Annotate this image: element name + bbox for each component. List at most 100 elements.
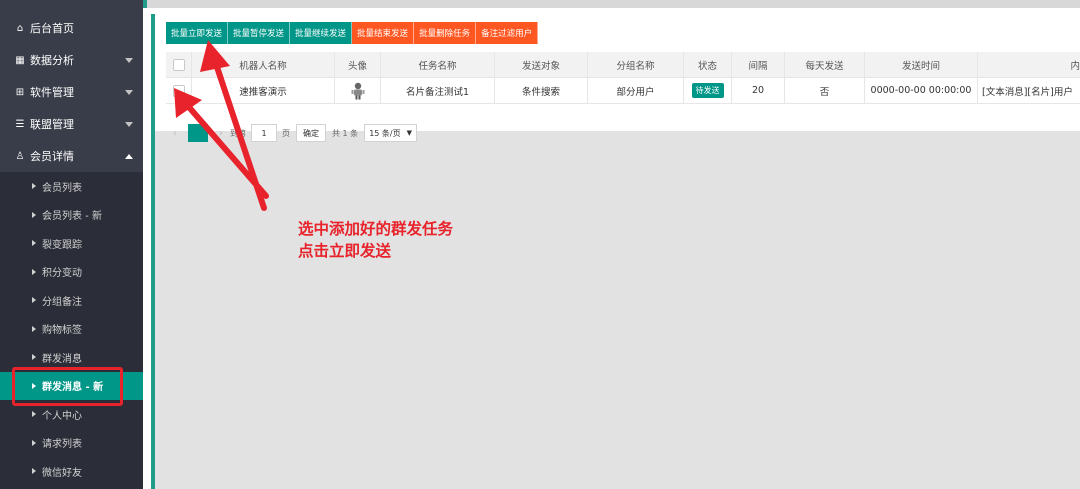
row-checkbox[interactable]	[172, 84, 185, 97]
remark-filter-button[interactable]: 备注过滤用户	[476, 22, 539, 44]
submenu-item-label: 积分变动	[42, 268, 82, 280]
caret-right-icon	[32, 297, 36, 304]
goto-label: 到第	[230, 128, 246, 138]
cell-task-name: 名片备注测试1	[381, 78, 495, 103]
prev-page-icon[interactable]: ‹	[166, 124, 184, 142]
chevron-down-icon	[125, 122, 133, 127]
sidebar-item-software[interactable]: ⊞ 软件管理	[0, 76, 143, 108]
chevron-down-icon: ▼	[406, 129, 412, 137]
caret-right-icon	[32, 411, 36, 418]
grid-icon: ⊞	[15, 86, 25, 98]
chevron-down-icon	[125, 58, 133, 63]
cell-target: 条件搜索	[495, 78, 588, 103]
batch-resume-button[interactable]: 批量继续发送	[290, 22, 353, 44]
submenu-item-label: 裂变跟踪	[42, 239, 82, 251]
header-select-all[interactable]	[166, 52, 192, 77]
sidebar-item-alliance[interactable]: ☰ 联盟管理	[0, 108, 143, 140]
submenu-item-label: 分组备注	[42, 296, 82, 308]
batch-end-button[interactable]: 批量结束发送	[352, 22, 415, 44]
pagination: ‹ › 到第 1 页 确定 共 1 条 15 条/页 ▼	[166, 124, 417, 142]
table-row[interactable]: 速推客演示 名片备注测试1 条件搜索 部分用户 待发送 20 否 0000-00…	[166, 78, 1080, 104]
chevron-up-icon	[125, 154, 133, 159]
robot-avatar-icon	[351, 82, 365, 100]
select-all-checkbox[interactable]	[172, 58, 185, 71]
caret-right-icon	[32, 354, 36, 361]
batch-pause-button[interactable]: 批量暂停发送	[228, 22, 291, 44]
current-page-button[interactable]	[188, 124, 208, 142]
header-avatar: 头像	[335, 52, 381, 77]
caret-right-icon	[32, 240, 36, 247]
page-number-input[interactable]: 1	[251, 124, 277, 142]
main-content: 批量立即发送 批量暂停发送 批量继续发送 批量结束发送 批量删除任务 备注过滤用…	[143, 0, 1080, 489]
sidebar-submenu: 会员列表 会员列表 - 新 裂变跟踪 积分变动 分组备注 购物标签 群发消息 群…	[0, 172, 143, 489]
submenu-item-label: 会员列表	[42, 182, 82, 194]
cell-status: 待发送	[684, 78, 732, 103]
caret-right-icon	[32, 439, 36, 446]
caret-right-icon	[32, 468, 36, 475]
submenu-item-label: 群发消息	[42, 353, 82, 365]
submenu-item-label: 个人中心	[42, 410, 82, 422]
next-page-icon[interactable]: ›	[212, 124, 230, 142]
submenu-item-member-list[interactable]: 会员列表	[0, 172, 143, 201]
sidebar-item-label: 数据分析	[30, 54, 74, 67]
cell-daily: 否	[785, 78, 865, 103]
content-panel-inner: 批量立即发送 批量暂停发送 批量继续发送 批量结束发送 批量删除任务 备注过滤用…	[155, 14, 1080, 489]
page-size-value: 15 条/页	[369, 128, 401, 138]
caret-right-icon	[32, 183, 36, 190]
header-target: 发送对象	[495, 52, 588, 77]
annotation-line-2: 点击立即发送	[298, 242, 392, 260]
header-group-name: 分组名称	[588, 52, 684, 77]
caret-right-icon	[32, 268, 36, 275]
sidebar-item-label: 会员详情	[30, 150, 74, 163]
submenu-item-shopping-tags[interactable]: 购物标签	[0, 315, 143, 344]
cell-group-name: 部分用户	[588, 78, 684, 103]
chart-icon: ▦	[15, 54, 25, 66]
total-count: 共 1 条	[332, 128, 359, 138]
top-strip	[143, 0, 1080, 8]
caret-right-icon	[32, 211, 36, 218]
content-panel: 批量立即发送 批量暂停发送 批量继续发送 批量结束发送 批量删除任务 备注过滤用…	[151, 14, 1080, 489]
header-interval: 间隔	[732, 52, 785, 77]
submenu-item-label: 购物标签	[42, 325, 82, 337]
submenu-item-label: 请求列表	[42, 439, 82, 451]
cell-avatar	[335, 78, 381, 103]
header-send-time: 发送时间	[865, 52, 978, 77]
sidebar-item-label: 后台首页	[30, 22, 74, 35]
cell-content: [文本消息][名片]用户	[982, 86, 1073, 98]
sidebar-nav: ⌂ 后台首页 ▦ 数据分析 ⊞ 软件管理 ☰ 联盟管理 ♙ 会员详情	[0, 12, 143, 172]
home-icon: ⌂	[16, 22, 24, 34]
header-robot-name: 机器人名称	[192, 52, 335, 77]
batch-send-now-button[interactable]: 批量立即发送	[166, 22, 229, 44]
page-suffix: 页	[282, 128, 290, 138]
task-table: 机器人名称 头像 任务名称 发送对象 分组名称 状态 间隔 每天发送 发送时间 …	[166, 52, 1080, 104]
header-task-name: 任务名称	[381, 52, 495, 77]
row-select[interactable]	[166, 78, 192, 103]
list-icon: ☰	[15, 118, 25, 130]
header-content: 内	[1070, 60, 1080, 72]
header-status: 状态	[684, 52, 732, 77]
submenu-item-wechat-friends[interactable]: 微信好友	[0, 457, 143, 486]
sidebar-item-label: 软件管理	[30, 86, 74, 99]
annotation-line-1: 选中添加好的群发任务	[298, 220, 454, 238]
header-daily: 每天发送	[785, 52, 865, 77]
confirm-page-button[interactable]: 确定	[296, 124, 326, 142]
submenu-item-member-list-new[interactable]: 会员列表 - 新	[0, 201, 143, 230]
submenu-item-group-remark[interactable]: 分组备注	[0, 286, 143, 315]
submenu-item-label: 会员列表 - 新	[42, 211, 102, 223]
submenu-item-fission-tracking[interactable]: 裂变跟踪	[0, 229, 143, 258]
chevron-down-icon	[125, 90, 133, 95]
user-icon: ♙	[15, 150, 25, 162]
batch-toolbar: 批量立即发送 批量暂停发送 批量继续发送 批量结束发送 批量删除任务 备注过滤用…	[166, 22, 539, 44]
annotation-highlight-box	[12, 367, 123, 406]
annotation-text: 选中添加好的群发任务 点击立即发送	[298, 218, 453, 262]
sidebar-item-label: 联盟管理	[30, 118, 74, 131]
submenu-item-label: 微信好友	[42, 467, 82, 479]
submenu-item-points-change[interactable]: 积分变动	[0, 258, 143, 287]
sidebar-item-member-detail[interactable]: ♙ 会员详情	[0, 140, 143, 172]
sidebar-item-data-analysis[interactable]: ▦ 数据分析	[0, 44, 143, 76]
batch-delete-button[interactable]: 批量删除任务	[414, 22, 477, 44]
sidebar-item-home[interactable]: ⌂ 后台首页	[0, 12, 143, 44]
submenu-item-request-list[interactable]: 请求列表	[0, 429, 143, 458]
page-size-select[interactable]: 15 条/页 ▼	[364, 124, 417, 142]
cell-robot-name: 速推客演示	[192, 78, 335, 103]
